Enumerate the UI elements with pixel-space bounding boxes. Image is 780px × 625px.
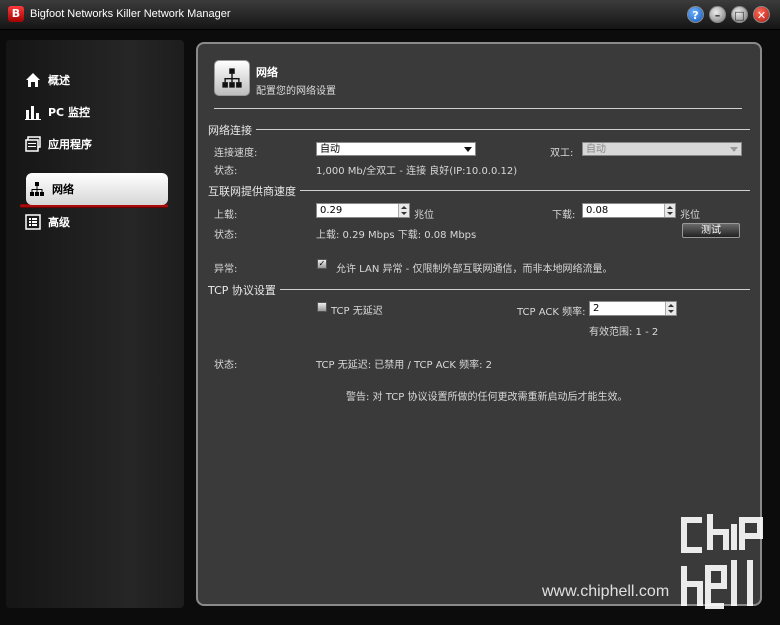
network-icon	[214, 60, 250, 96]
download-label: 下载:	[552, 210, 576, 221]
download-unit: 兆位	[680, 210, 700, 221]
maximize-button[interactable]: □	[731, 6, 748, 23]
chevron-down-icon	[464, 147, 472, 152]
page-title: 网络	[256, 66, 278, 79]
tcp-ack-stepper[interactable]: 2	[589, 301, 677, 316]
test-button[interactable]: 测试	[682, 223, 740, 238]
tcp-status-value: TCP 无延迟: 已禁用 / TCP ACK 频率: 2	[316, 360, 492, 371]
applications-icon	[24, 135, 42, 153]
arrow-up-icon	[668, 304, 674, 307]
stepper-buttons[interactable]	[398, 204, 409, 217]
arrow-up-icon	[667, 206, 673, 209]
section-divider	[208, 129, 750, 130]
tcp-ack-label: TCP ACK 频率:	[517, 307, 586, 318]
tcp-status-label: 状态:	[214, 360, 238, 371]
duplex-select-value: 自动	[586, 144, 606, 155]
upload-stepper[interactable]: 0.29	[316, 203, 410, 218]
sidebar: 概述 PC 监控 应用程序 网络 高级	[6, 40, 184, 608]
sidebar-item-label: 概述	[48, 74, 70, 87]
sidebar-item-overview[interactable]: 概述	[22, 64, 162, 96]
speed-label: 连接速度:	[214, 148, 258, 159]
close-button[interactable]: ✕	[753, 6, 770, 23]
app-logo-icon: B	[8, 6, 24, 22]
download-value: 0.08	[586, 205, 609, 216]
sidebar-item-label: 高级	[48, 216, 70, 229]
speed-select[interactable]: 自动	[316, 142, 476, 156]
title-bar: B Bigfoot Networks Killer Network Manage…	[0, 0, 780, 30]
arrow-up-icon	[401, 206, 407, 209]
stepper-buttons[interactable]	[664, 204, 675, 217]
section-title-network-connection: 网络连接	[208, 122, 256, 138]
download-stepper[interactable]: 0.08	[582, 203, 676, 218]
window-title: Bigfoot Networks Killer Network Manager	[30, 8, 231, 20]
tcp-ack-value: 2	[593, 303, 600, 314]
chevron-down-icon	[730, 147, 738, 152]
arrow-down-icon	[668, 310, 674, 313]
main-panel: 网络 配置您的网络设置 网络连接 连接速度: 自动 双工: 自动 状态: 1,0…	[196, 42, 762, 606]
connection-status-value: 1,000 Mb/全双工 - 连接 良好(IP:10.0.0.12)	[316, 166, 518, 177]
tcp-ack-range: 有效范围: 1 - 2	[589, 327, 659, 338]
upload-unit: 兆位	[414, 210, 434, 221]
sidebar-item-label: PC 监控	[48, 106, 90, 119]
section-divider	[208, 289, 750, 290]
home-icon	[24, 71, 42, 89]
tcp-warning: 警告: 对 TCP 协议设置所做的任何更改需重新启动后才能生效。	[346, 392, 628, 403]
exception-label: 异常:	[214, 264, 238, 275]
sidebar-item-applications[interactable]: 应用程序	[22, 128, 162, 160]
connection-status-label: 状态:	[214, 166, 238, 177]
duplex-label: 双工:	[550, 148, 574, 159]
watermark-text: www.chiphell.com	[542, 583, 670, 600]
duplex-select[interactable]: 自动	[582, 142, 742, 156]
network-icon	[28, 180, 46, 198]
speed-select-value: 自动	[320, 144, 340, 155]
section-title-tcp: TCP 协议设置	[208, 282, 280, 298]
stepper-buttons[interactable]	[665, 302, 676, 315]
isp-status-value: 上载: 0.29 Mbps 下载: 0.08 Mbps	[316, 230, 477, 241]
sidebar-item-network[interactable]: 网络	[26, 173, 168, 205]
isp-status-label: 状态:	[214, 230, 238, 241]
minimize-button[interactable]: –	[709, 6, 726, 23]
sidebar-item-label: 网络	[52, 183, 74, 196]
upload-label: 上载:	[214, 210, 238, 221]
section-title-isp-speed: 互联网提供商速度	[208, 183, 300, 199]
exception-text: 允许 LAN 异常 - 仅限制外部互联网通信，而非本地网络流量。	[336, 264, 613, 275]
bar-chart-icon	[24, 103, 42, 121]
header-divider	[214, 108, 742, 109]
sidebar-item-label: 应用程序	[48, 138, 92, 151]
advanced-list-icon	[24, 213, 42, 231]
watermark-logo	[680, 510, 772, 614]
tcp-nodelay-label: TCP 无延迟	[331, 306, 383, 317]
sidebar-item-advanced[interactable]: 高级	[22, 206, 162, 238]
arrow-down-icon	[401, 212, 407, 215]
help-button[interactable]: ?	[687, 6, 704, 23]
sidebar-item-pc-monitor[interactable]: PC 监控	[22, 96, 162, 128]
upload-value: 0.29	[320, 205, 343, 216]
page-subtitle: 配置您的网络设置	[256, 86, 336, 97]
exception-checkbox[interactable]: ✓	[317, 259, 327, 269]
tcp-nodelay-checkbox[interactable]	[317, 302, 327, 312]
arrow-down-icon	[667, 212, 673, 215]
